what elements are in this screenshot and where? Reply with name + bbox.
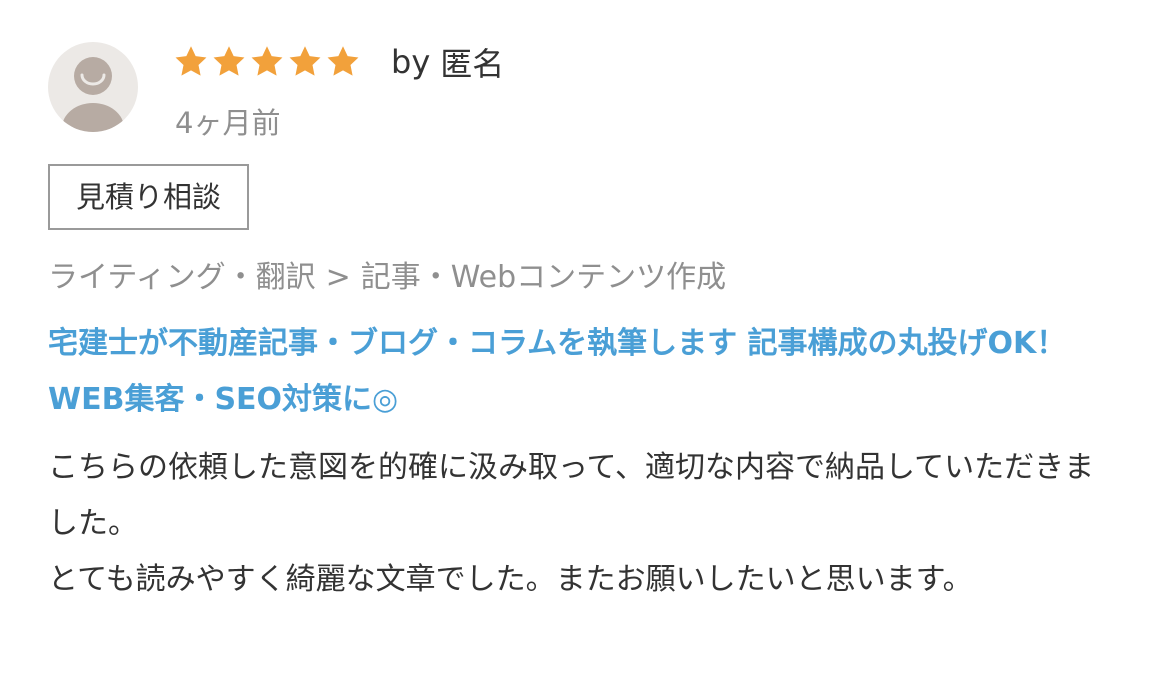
breadcrumb-parent-category[interactable]: ライティング・翻訳: [48, 260, 316, 295]
service-title-link[interactable]: 宅建士が不動産記事・ブログ・コラムを執筆します 記事構成の丸投げOK！WEB集客…: [48, 316, 1128, 428]
star-icon: [251, 46, 283, 76]
reviewer-name: 匿名: [440, 45, 505, 83]
default-user-avatar-icon: [62, 57, 124, 132]
breadcrumb-separator: >: [325, 260, 351, 295]
avatar: [48, 42, 138, 132]
rating-line: by 匿名: [173, 42, 505, 83]
star-icon: [213, 46, 245, 76]
breadcrumb-child-category[interactable]: 記事・Webコンテンツ作成: [361, 260, 726, 295]
review-body-paragraph: こちらの依頼した意図を的確に汲み取って、適切な内容で納品していただきました。: [48, 450, 1095, 541]
breadcrumb: ライティング・翻訳 > 記事・Webコンテンツ作成: [48, 256, 1128, 300]
estimate-consultation-badge: 見積り相談: [48, 164, 250, 230]
review-date: 4ヶ月前: [175, 106, 281, 140]
star-icon: [289, 46, 321, 76]
review-body-paragraph: とても読みやすく綺麗な文章でした。またお願いしたいと思います。: [48, 562, 973, 597]
star-icon: [327, 46, 359, 76]
review-header: by 匿名 4ヶ月前: [48, 40, 1128, 140]
review-body: こちらの依頼した意図を的確に汲み取って、適切な内容で納品していただきました。 と…: [48, 440, 1113, 608]
by-label: by: [391, 43, 431, 81]
star-icon: [175, 46, 207, 76]
review-card: by 匿名 4ヶ月前 見積り相談 ライティング・翻訳 > 記事・Webコンテンツ作成…: [48, 40, 1128, 608]
star-rating: [173, 44, 361, 80]
